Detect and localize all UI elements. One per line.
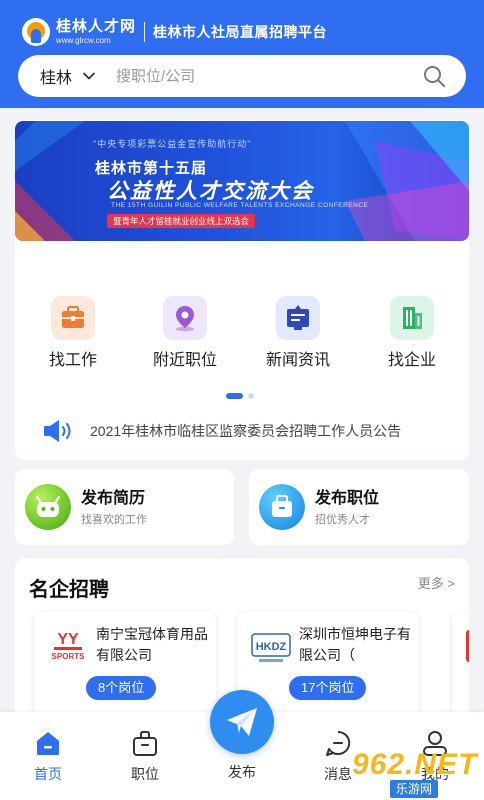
section-title: 名企招聘 (29, 579, 109, 601)
publish-job-card[interactable]: 发布职位 招优秀人才 (249, 469, 469, 545)
speaker-icon (44, 420, 71, 442)
company-card[interactable]: YY SPORTS 南宁宝冠体育用品有限公司 8个岗位 (34, 612, 216, 716)
publish-subtitle: 招优秀人才 (315, 514, 370, 526)
quick-link-label: 附近职位 (152, 352, 217, 369)
quick-link-label: 新闻资讯 (265, 352, 330, 369)
briefcase-outline-icon (133, 731, 157, 756)
quick-link-nearby-jobs[interactable]: 附近职位 (145, 296, 225, 370)
job-bag-icon (259, 484, 305, 530)
event-banner[interactable]: "中央专项彩票公益金宣传助航行动" 桂林市第十五届 公益性人才交流大会 THE … (15, 121, 469, 241)
publish-subtitle: 找喜欢的工作 (81, 514, 147, 526)
building-icon (390, 296, 434, 340)
paper-plane-icon (227, 708, 257, 736)
banner-top-text: "中央专项彩票公益金宣传助航行动" (93, 139, 252, 149)
publish-fab-button[interactable] (210, 690, 274, 754)
nav-home[interactable]: 首页 (18, 728, 78, 784)
search-icon[interactable] (422, 64, 446, 88)
home-icon (37, 732, 59, 755)
news-icon (276, 296, 320, 340)
indicator-dot (248, 393, 254, 399)
jobs-count-button[interactable]: 8个岗位 (86, 676, 157, 700)
svg-text:YY: YY (57, 631, 79, 648)
jobs-count-button[interactable]: 17个岗位 (289, 676, 367, 700)
notice-bar[interactable]: 2021年桂林市临桂区监察委员会招聘工作人员公告 (42, 416, 401, 446)
banner-title-line2: 公益性人才交流大会 (107, 180, 314, 203)
app-header: 桂林人才网 www.glrcw.com 桂林市人社局直属招聘平台 桂林 (0, 0, 484, 108)
svg-text:HKDZ: HKDZ (256, 641, 287, 653)
logo-name: 桂林人才网 (56, 18, 137, 35)
logo-text: 桂林人才网 www.glrcw.com (56, 19, 136, 45)
search-bar[interactable]: 桂林 (18, 55, 466, 97)
company-logo: HKDZ (251, 633, 291, 662)
carousel-indicator (226, 393, 254, 399)
quick-link-news[interactable]: 新闻资讯 (258, 296, 338, 370)
location-pin-icon (163, 296, 207, 340)
publish-title: 发布简历 (81, 490, 146, 507)
company-logo (466, 630, 469, 662)
company-name: 南宁宝冠体育用品有限公司 (96, 626, 208, 663)
company-card-partial[interactable] (452, 612, 469, 716)
more-link[interactable]: 更多 > (418, 573, 455, 592)
quick-link-find-company[interactable]: 找企业 (372, 296, 452, 370)
brand-slogan: 桂林市人社局直属招聘平台 (153, 24, 328, 40)
quick-link-label: 找工作 (48, 352, 97, 369)
quick-link-label: 找企业 (387, 352, 436, 369)
company-name: 深圳市恒坤电子有限公司（ (299, 626, 411, 663)
city-selector[interactable]: 桂林 (40, 64, 72, 88)
banner-english: THE 15TH GUILIN PUBLIC WELFARE TALENTS E… (111, 202, 369, 209)
nav-jobs[interactable]: 职位 (115, 728, 175, 784)
publish-resume-card[interactable]: 发布简历 找喜欢的工作 (15, 469, 234, 545)
notice-text: 2021年桂林市临桂区监察委员会招聘工作人员公告 (90, 423, 402, 439)
watermark-main: 962.NET (352, 748, 478, 781)
chevron-down-icon[interactable] (82, 69, 96, 83)
robot-icon (25, 484, 71, 530)
brand: 桂林人才网 www.glrcw.com 桂林市人社局直属招聘平台 (22, 16, 327, 48)
nav-label-publish: 发布 (228, 764, 256, 780)
brand-divider (144, 22, 146, 42)
site-watermark: 962.NET 乐游网 (352, 748, 484, 800)
watermark-sub: 乐游网 (390, 780, 439, 798)
briefcase-icon (51, 296, 95, 340)
nav-label: 首页 (34, 766, 62, 782)
publish-title: 发布职位 (315, 490, 380, 507)
svg-text:SPORTS: SPORTS (52, 652, 86, 661)
nav-label: 职位 (131, 766, 159, 782)
company-logo: YY SPORTS (52, 631, 86, 661)
quick-link-find-job[interactable]: 找工作 (33, 296, 113, 370)
search-input[interactable] (116, 67, 397, 85)
logo-url: www.glrcw.com (56, 36, 111, 45)
logo-icon (22, 18, 50, 46)
message-icon (326, 730, 351, 756)
indicator-dot-active (226, 393, 243, 399)
banner-tag: 暨青年人才留桂就业创业线上双选会 (107, 214, 256, 228)
